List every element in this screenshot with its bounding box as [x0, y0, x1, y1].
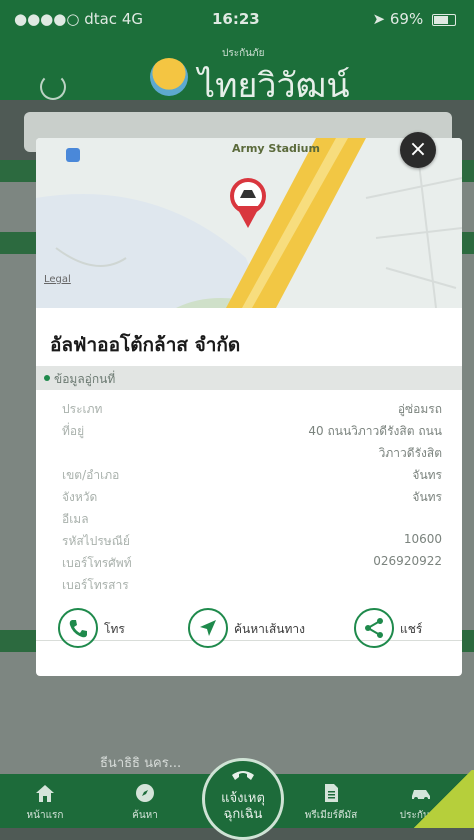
phone-icon: [232, 771, 254, 780]
detail-label: อีเมล: [62, 512, 89, 526]
detail-label: ที่อยู่: [62, 424, 85, 438]
detail-value: 40 ถนนวิภาวดีรังสิต ถนน: [308, 424, 442, 438]
detail-label: เบอร์โทรศัพท์: [62, 556, 132, 570]
tab-policy[interactable]: พรีเมียร์ดีมัส: [296, 774, 366, 828]
battery-percent: 69%: [389, 10, 424, 28]
close-icon[interactable]: ×: [400, 132, 436, 168]
battery-icon: [432, 13, 456, 26]
share-icon: [354, 608, 394, 648]
garage-detail-modal: Army Stadium Legal อัลฟ่าออโต้กล้าส จำกั…: [36, 138, 462, 676]
phone-icon: [58, 608, 98, 648]
document-icon: [325, 784, 338, 802]
status-bar: ●●●●○ dtac 4G 16:23 ➤ 69%: [0, 0, 474, 40]
share-label: แชร์: [400, 622, 423, 636]
detail-label: จังหวัด: [62, 490, 98, 504]
detail-value: วิภาวดีรังสิต: [378, 446, 442, 460]
tab-explore-label: ค้นหา: [132, 810, 158, 821]
detail-value: 10600: [403, 532, 442, 546]
clock: 16:23: [212, 10, 260, 28]
navigation-arrow-icon: [188, 608, 228, 648]
refresh-icon[interactable]: [40, 74, 66, 100]
detail-value: จันทร: [412, 490, 442, 504]
emergency-label: แจ้งเหตุ ฉุกเฉิน: [221, 791, 265, 822]
tab-explore[interactable]: ค้นหา: [110, 774, 180, 828]
list-item: ธีนาธิธิ นคร...: [100, 756, 182, 771]
compass-icon: [136, 784, 154, 802]
home-icon: [36, 785, 54, 802]
navigate-label: ค้นหาเส้นทาง: [234, 622, 306, 636]
tab-home[interactable]: หน้าแรก: [10, 774, 80, 828]
detail-value: 026920922: [373, 554, 442, 568]
bullet-icon: [44, 375, 50, 381]
map-legal-link[interactable]: Legal: [44, 274, 71, 285]
detail-value: อู่ซ่อมรถ: [397, 402, 442, 416]
call-label: โทร: [104, 622, 125, 636]
detail-value: จันทร: [412, 468, 442, 482]
location-arrow-icon: ➤: [372, 10, 386, 28]
carrier-label: ●●●●○ dtac 4G: [14, 10, 143, 28]
brand-title: ไทยวิวัฒน์: [198, 66, 350, 106]
brand-logo-icon: [150, 58, 188, 96]
detail-label: เขต/อำเภอ: [62, 468, 120, 482]
divider: [36, 640, 462, 641]
map-label-stadium: Army Stadium: [232, 142, 320, 155]
corner-ribbon: [412, 770, 474, 828]
detail-label: ประเภท: [62, 402, 103, 416]
garage-name: อัลฟ่าออโต้กล้าส จำกัด: [50, 334, 241, 356]
section-title: ข้อมูลอู่กนที่: [54, 372, 116, 386]
battery-indicator: ➤ 69%: [373, 10, 456, 28]
location-map[interactable]: Army Stadium Legal: [36, 138, 462, 308]
tab-policy-label: พรีเมียร์ดีมัส: [304, 810, 358, 821]
detail-label: รหัสไปรษณีย์: [62, 534, 130, 548]
tab-home-label: หน้าแรก: [26, 810, 64, 821]
map-canvas: [36, 138, 462, 308]
detail-label: เบอร์โทรสาร: [62, 578, 129, 592]
